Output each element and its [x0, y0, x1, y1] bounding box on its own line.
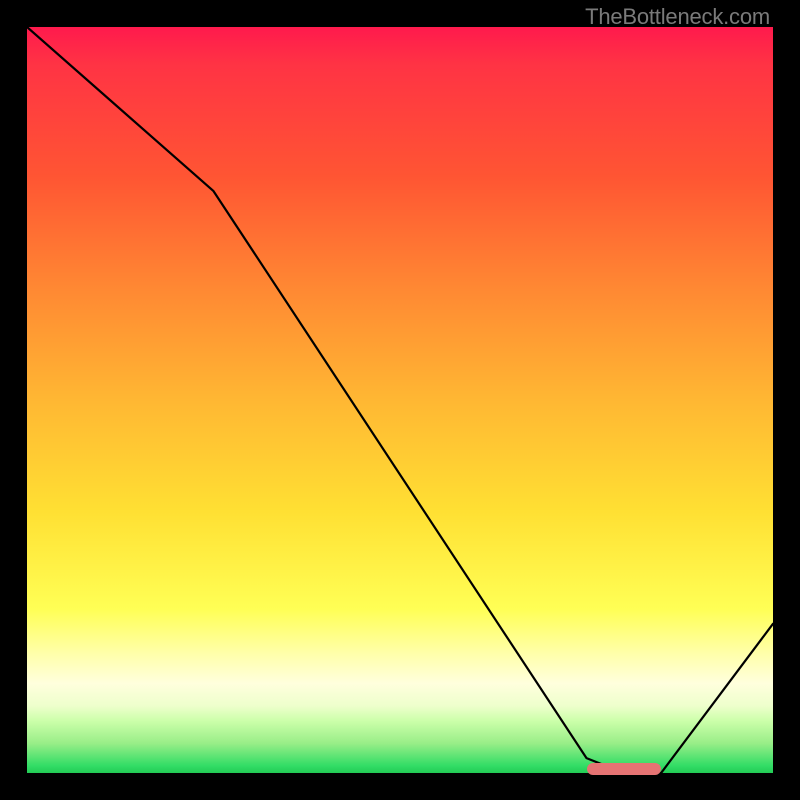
optimal-range-marker	[587, 763, 662, 775]
figure-container: TheBottleneck.com	[0, 0, 800, 800]
curve-svg	[27, 27, 773, 773]
plot-area	[27, 27, 773, 773]
bottleneck-curve	[27, 27, 773, 773]
